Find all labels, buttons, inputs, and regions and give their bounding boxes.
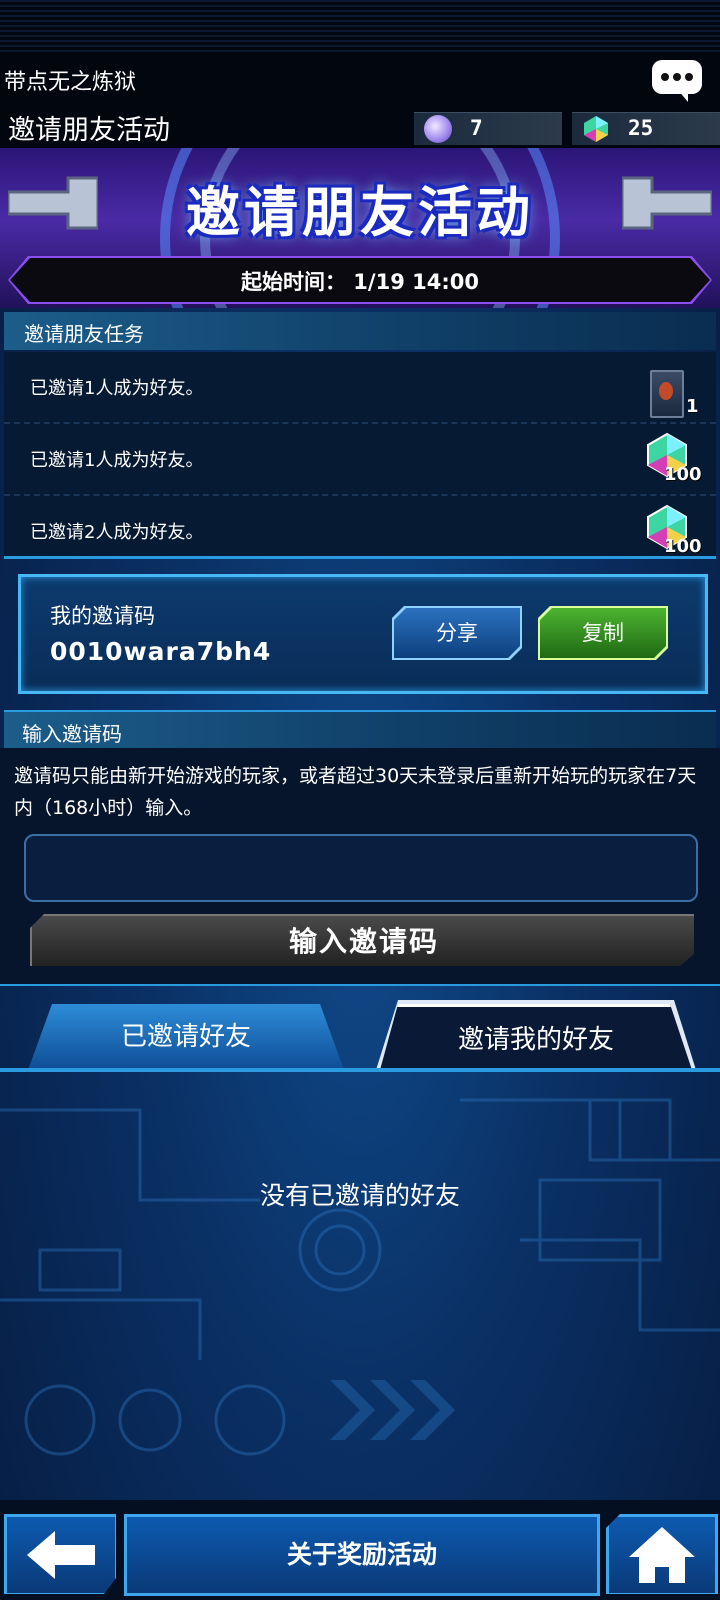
tab-underline	[0, 1068, 720, 1072]
home-button[interactable]	[606, 1514, 718, 1594]
task-section-title: 邀请朋友任务	[24, 322, 144, 346]
my-code-title: 我的邀请码	[50, 604, 155, 628]
back-arrow-icon	[27, 1531, 95, 1579]
page-title: 邀请朋友活动	[8, 115, 170, 146]
list-item: 已邀请2人成为好友。 100	[4, 496, 716, 556]
list-item: 已邀请1人成为好友。 1	[4, 352, 716, 424]
banner-title: 邀请朋友活动	[186, 181, 534, 244]
task-text: 已邀请1人成为好友。	[30, 378, 204, 399]
divider	[4, 556, 716, 559]
reward-qty: 100	[664, 536, 702, 556]
enter-code-title: 输入邀请码	[22, 722, 122, 746]
card-pack-icon	[650, 370, 684, 418]
list-item: 已邀请1人成为好友。 100	[4, 424, 716, 496]
tab-friends-who-invited-me[interactable]: 邀请我的好友	[380, 1004, 692, 1070]
invite-code-input[interactable]	[24, 834, 698, 902]
user-name: 带点无之炼狱	[4, 70, 137, 95]
divider	[0, 984, 720, 986]
enter-code-description: 邀请码只能由新开始游戏的玩家，或者超过30天未登录后重新开始玩的玩家在7天内（1…	[14, 765, 697, 819]
about-rewards-button[interactable]: 关于奖励活动	[124, 1514, 600, 1596]
my-code-value: 0010wara7bh4	[50, 637, 272, 666]
task-list[interactable]: 已邀请1人成为好友。 1 已邀请1人成为好友。 100 已邀请2人成为好友。 1…	[4, 352, 716, 556]
copy-button[interactable]: 复制	[540, 608, 666, 658]
gem-currency: 25	[572, 112, 720, 145]
task-text: 已邀请2人成为好友。	[30, 522, 204, 543]
share-button[interactable]: 分享	[394, 608, 520, 658]
home-icon	[629, 1527, 695, 1583]
submit-code-button[interactable]: 输入邀请码	[30, 914, 694, 966]
chat-button[interactable]	[652, 60, 702, 102]
reward-qty: 100	[664, 464, 702, 485]
orb-count: 7	[470, 116, 483, 140]
orb-icon	[424, 115, 452, 143]
task-text: 已邀请1人成为好友。	[30, 450, 204, 471]
empty-state-message: 没有已邀请的好友	[259, 1181, 460, 1210]
reward-qty: 1	[686, 396, 699, 417]
gem-icon	[584, 116, 608, 142]
start-time: 起始时间： 1/19 14:00	[241, 270, 479, 294]
back-button[interactable]	[4, 1514, 116, 1594]
gem-count: 25	[628, 116, 654, 140]
tab-invited-friends[interactable]: 已邀请好友	[28, 1004, 344, 1070]
orb-currency: 7	[414, 112, 562, 145]
